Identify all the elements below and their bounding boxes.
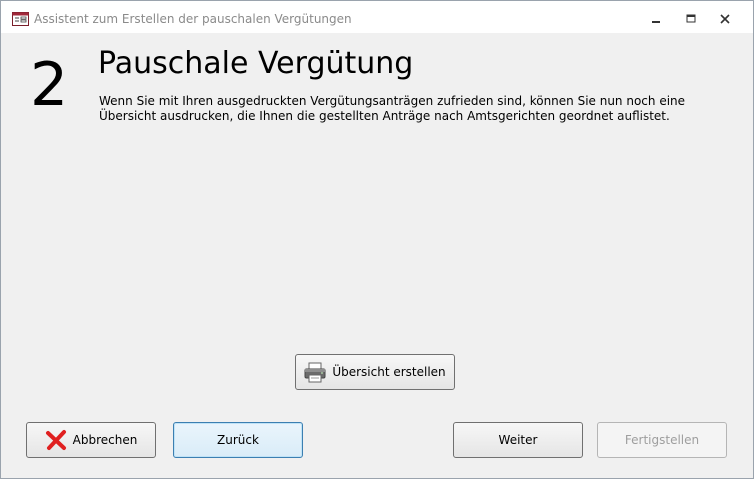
red-x-icon [45,429,67,451]
next-label: Weiter [498,433,538,447]
finish-button[interactable]: Fertigstellen [597,422,727,458]
page-description: Wenn Sie mit Ihren ausgedruckten Vergütu… [99,94,686,123]
create-overview-label: Übersicht erstellen [332,365,446,379]
back-label: Zurück [217,433,259,447]
cancel-button[interactable]: Abbrechen [26,422,156,458]
finish-label: Fertigstellen [624,433,700,447]
create-overview-button[interactable]: Übersicht erstellen [295,354,455,390]
step-number: 2 [30,50,69,120]
wizard-window: Assistent zum Erstellen der pauschalen V… [0,0,754,479]
close-icon [720,14,730,24]
maximize-button[interactable] [677,9,705,29]
window-title: Assistent zum Erstellen der pauschalen V… [34,12,352,26]
page-heading: Pauschale Vergütung [98,46,414,81]
close-button[interactable] [711,9,739,29]
maximize-icon [686,14,696,23]
minimize-icon [652,21,660,23]
wizard-content: 2 Pauschale Vergütung Wenn Sie mit Ihren… [9,33,745,471]
back-button[interactable]: Zurück [173,422,303,458]
printer-icon [304,361,326,383]
cancel-label: Abbrechen [72,433,138,447]
form-icon[interactable] [12,12,29,26]
next-button[interactable]: Weiter [453,422,583,458]
title-bar: Assistent zum Erstellen der pauschalen V… [1,1,753,33]
minimize-button[interactable] [643,9,671,29]
